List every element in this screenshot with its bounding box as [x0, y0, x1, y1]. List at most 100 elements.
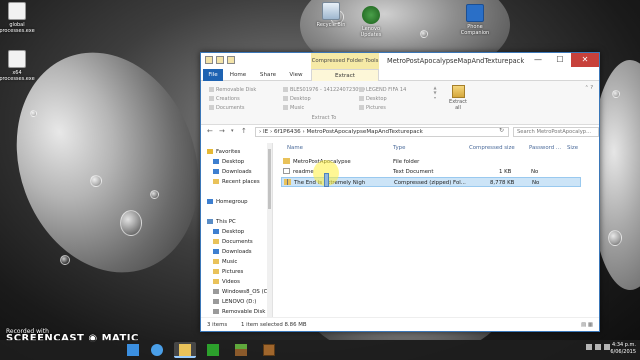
phone-icon	[466, 4, 484, 22]
destination-item[interactable]: Documents	[209, 103, 256, 112]
view-toggle-icons[interactable]: ▤ ▦	[581, 318, 593, 332]
folder-icon	[359, 96, 364, 101]
maximize-button[interactable]: ☐	[549, 53, 571, 67]
address-path[interactable]: › IE › 6f1P6436 › MetroPostApocalypseMap…	[255, 127, 509, 137]
ribbon-gallery-scroll[interactable]: ▲ ▼ ▾	[431, 85, 439, 111]
recycle-bin-icon	[322, 2, 340, 20]
destination-item[interactable]: Pictures	[359, 103, 406, 112]
nav-item-desktop[interactable]: Desktop	[213, 227, 244, 237]
chest-icon	[263, 344, 275, 356]
nav-item-windows-drive[interactable]: Windows8_OS (C	[213, 287, 267, 297]
close-button[interactable]: ✕	[571, 53, 599, 67]
column-header-type[interactable]: Type	[393, 143, 405, 153]
desktop-icon	[213, 158, 219, 164]
refresh-button[interactable]: ↻	[499, 127, 504, 134]
destination-item[interactable]: LEGEND FIFA 14	[359, 85, 406, 94]
address-bar-row: ← → ▾ ↑ › IE › 6f1P6436 › MetroPostApoca…	[201, 125, 599, 139]
nav-item-pictures[interactable]: Pictures	[213, 267, 243, 277]
nav-item-lenovo-drive[interactable]: LENOVO (D:)	[213, 297, 256, 307]
folder-icon	[283, 105, 288, 110]
nav-item-videos[interactable]: Videos	[213, 277, 240, 287]
destination-item[interactable]: Desktop	[359, 94, 406, 103]
folder-icon	[283, 157, 290, 164]
column-header-password[interactable]: Password ...	[529, 143, 561, 153]
volume-icon[interactable]	[595, 344, 601, 350]
destination-item[interactable]: Removable Disk	[209, 85, 256, 94]
back-button[interactable]: ←	[207, 127, 213, 135]
window-title: MetroPostApocalypseMapAndTexturepack	[387, 57, 525, 65]
nav-item-removable-disk[interactable]: Removable Disk	[213, 307, 265, 317]
title-bar[interactable]: Compressed Folder Tools MetroPostApocaly…	[201, 53, 599, 69]
star-icon	[207, 148, 213, 154]
tab-extract[interactable]: Extract	[311, 69, 379, 81]
file-explorer-window: Compressed Folder Tools MetroPostApocaly…	[200, 52, 600, 332]
wallpaper-droplet	[30, 110, 37, 117]
pictures-icon	[213, 268, 219, 274]
wallpaper-droplet	[420, 30, 428, 38]
lenovo-icon	[362, 6, 380, 24]
desktop-icon-phone-companion[interactable]: Phone Companion	[452, 4, 498, 36]
taskbar: 4:34 p.m. 6/06/2015	[0, 340, 640, 360]
start-icon	[127, 344, 139, 356]
nav-this-pc[interactable]: This PC	[207, 217, 236, 227]
ribbon-destination-column: BLES01976 - 1412240723090 Desktop Music	[283, 85, 365, 112]
desktop-icon-global-processes[interactable]: global processes.exe	[0, 2, 40, 34]
wallpaper-droplet	[150, 190, 159, 199]
nav-item-music[interactable]: Music	[213, 257, 237, 267]
nav-item-desktop[interactable]: Desktop	[213, 157, 244, 167]
recent-locations-icon[interactable]: ▾	[231, 128, 234, 134]
nav-item-documents[interactable]: Documents	[213, 237, 253, 247]
forward-button[interactable]: →	[219, 127, 225, 135]
tab-home[interactable]: Home	[225, 69, 251, 81]
nav-item-recent-places[interactable]: Recent places	[213, 177, 260, 187]
scrollbar-thumb[interactable]	[268, 149, 271, 209]
taskbar-store[interactable]	[202, 342, 224, 358]
ribbon-extract: Removable Disk Creations Documents BLES0…	[201, 81, 599, 125]
taskbar-minecraft[interactable]	[230, 342, 252, 358]
clock-date: 6/06/2015	[610, 349, 636, 355]
search-input[interactable]: Search MetroPostApocalyp...	[513, 127, 599, 137]
homegroup-icon	[207, 198, 213, 204]
tab-view[interactable]: View	[285, 69, 307, 81]
nav-item-downloads[interactable]: Downloads	[213, 247, 252, 257]
taskbar-clock[interactable]: 4:34 p.m. 6/06/2015	[610, 342, 636, 356]
properties-icon[interactable]	[216, 56, 224, 64]
desktop-icon-x64-processes[interactable]: x64 processes.exe	[0, 50, 40, 82]
extract-all-button[interactable]: Extract all	[448, 85, 468, 111]
wallpaper-droplet	[120, 210, 142, 236]
ribbon-help-icon[interactable]: ⌃ ?	[585, 85, 593, 91]
destination-item[interactable]: Creations	[209, 94, 256, 103]
tab-file[interactable]: File	[203, 69, 223, 81]
quick-access-toolbar	[205, 56, 235, 64]
destination-item[interactable]: Desktop	[283, 94, 365, 103]
desktop-icon	[213, 228, 219, 234]
column-header-compressed-size[interactable]: Compressed size	[469, 143, 515, 153]
taskbar-start-button[interactable]	[122, 342, 144, 358]
folder-icon[interactable]	[205, 56, 213, 64]
file-type: File folder	[393, 159, 420, 165]
battery-icon[interactable]	[604, 344, 610, 350]
nav-favorites[interactable]: Favorites	[207, 147, 240, 157]
store-icon	[207, 344, 219, 356]
up-button[interactable]: ↑	[241, 127, 247, 135]
file-type: Compressed (zipped) Fol...	[394, 180, 466, 186]
destination-item[interactable]: Music	[283, 103, 365, 112]
column-header-size[interactable]: Size	[567, 143, 578, 153]
navigation-scrollbar[interactable]	[267, 143, 272, 317]
documents-icon	[213, 238, 219, 244]
wallpaper-droplet	[612, 90, 620, 98]
destination-item[interactable]: BLES01976 - 1412240723090	[283, 85, 365, 94]
new-folder-icon[interactable]	[227, 56, 235, 64]
taskbar-internet-explorer[interactable]	[146, 342, 168, 358]
nav-homegroup[interactable]: Homegroup	[207, 197, 248, 207]
desktop-icon-lenovo-updates[interactable]: Lenovo Updates	[348, 6, 394, 38]
nav-item-downloads[interactable]: Downloads	[213, 167, 252, 177]
column-header-name[interactable]: Name	[287, 143, 303, 153]
network-icon[interactable]	[586, 344, 592, 350]
folder-icon	[209, 105, 214, 110]
tab-share[interactable]: Share	[255, 69, 281, 81]
minimize-button[interactable]: —	[527, 53, 549, 67]
ribbon-destination-column: LEGEND FIFA 14 Desktop Pictures	[359, 85, 406, 112]
taskbar-file-explorer[interactable]	[174, 342, 196, 358]
taskbar-chest[interactable]	[258, 342, 280, 358]
